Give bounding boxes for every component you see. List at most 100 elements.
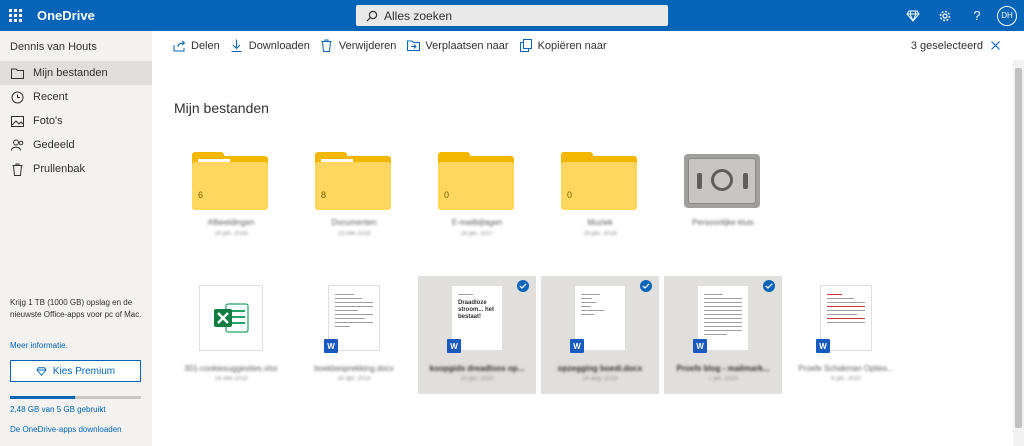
document-heading: Draadloze stroom... het bestaat! — [458, 300, 495, 320]
premium-diamond-button[interactable] — [897, 0, 929, 31]
search-placeholder: Alles zoeken — [384, 8, 453, 23]
folder-item-count: 0 — [444, 190, 450, 200]
sidebar-item-shared[interactable]: Gedeeld — [0, 133, 152, 157]
page-title: Mijn bestanden — [174, 100, 269, 116]
word-icon: W — [324, 339, 338, 353]
storage-usage-text[interactable]: 2,48 GB van 5 GB gebruikt — [10, 405, 106, 414]
folder-date: 16 jan. 2017 — [460, 231, 494, 237]
sidebar: Dennis van Houts Mijn bestanden Recent F… — [0, 31, 152, 446]
avatar[interactable]: DH — [997, 5, 1017, 26]
share-button[interactable]: Delen — [172, 39, 220, 53]
folder-date: 23 mei 2018 — [337, 231, 371, 237]
vault-name: Persoonlijke kluis — [692, 218, 754, 227]
storage-promo-text: Krijg 1 TB (1000 GB) opslag en de nieuws… — [10, 298, 142, 319]
clock-icon — [10, 90, 24, 104]
file-date: 14 mei 2019 — [214, 376, 248, 382]
premium-button[interactable]: Kies Premium — [10, 360, 141, 382]
file-name: Proefe blog - mailmark... — [676, 364, 770, 373]
file-tile-selected[interactable]: Draadloze stroom... het bestaat! W koopg… — [418, 276, 536, 394]
folder-tile[interactable]: 0 Muziek 16 jan. 2018 — [541, 140, 659, 258]
checkmark-icon[interactable] — [763, 280, 775, 292]
command-bar: Delen Downloaden Verwijderen Verplaatsen… — [152, 31, 1024, 60]
document-thumbnail: W — [324, 286, 379, 353]
folder-icon: 8 — [315, 152, 391, 210]
search-box[interactable]: Alles zoeken — [356, 5, 668, 26]
file-name: Proefe Schakman Opties... — [798, 364, 894, 373]
help-button[interactable]: ? — [961, 0, 993, 31]
personal-vault-tile[interactable]: Persoonlijke kluis — [664, 140, 782, 258]
user-name: Dennis van Houts — [10, 41, 97, 53]
move-to-button[interactable]: Verplaatsen naar — [406, 39, 509, 53]
vertical-scrollbar[interactable] — [1013, 60, 1024, 446]
file-tile-selected[interactable]: W opzegging boedi.docx 14 aug. 2019 — [541, 276, 659, 394]
storage-usage-fill — [10, 396, 75, 399]
help-icon: ? — [973, 8, 981, 23]
search-icon — [366, 10, 378, 22]
download-icon — [230, 39, 244, 53]
folder-tile[interactable]: 0 E-mailbijlagen 16 jan. 2017 — [418, 140, 536, 258]
file-name: boekbesprekking.docx — [314, 364, 394, 373]
image-icon — [10, 114, 24, 128]
word-icon: W — [447, 339, 461, 353]
sidebar-item-my-files[interactable]: Mijn bestanden — [0, 61, 152, 85]
sidebar-item-recent[interactable]: Recent — [0, 85, 152, 109]
download-button[interactable]: Downloaden — [230, 39, 310, 53]
clear-selection-icon[interactable] — [991, 41, 1000, 50]
sidebar-nav: Mijn bestanden Recent Foto's Gedeeld Pru… — [0, 61, 152, 181]
download-label: Downloaden — [248, 39, 310, 52]
folder-tile[interactable]: 8 Documenten 23 mei 2018 — [295, 140, 413, 258]
folder-name: Documenten — [331, 218, 377, 227]
main-content: Mijn bestanden 6 Afbeeldingen 16 jan. 20… — [152, 60, 1012, 446]
sidebar-item-label: Mijn bestanden — [33, 67, 108, 79]
sidebar-item-label: Prullenbak — [33, 163, 85, 175]
trash-icon — [320, 39, 334, 53]
file-tile[interactable]: W boekbesprekking.docx 26 apr. 2019 — [295, 276, 413, 394]
file-name: opzegging boedi.docx — [557, 364, 643, 373]
document-thumbnail: W — [816, 286, 871, 353]
sidebar-item-label: Recent — [33, 91, 68, 103]
document-thumbnail: W — [693, 286, 748, 353]
file-name: koopgids dreadloos op... — [429, 364, 525, 373]
delete-button[interactable]: Verwijderen — [320, 39, 396, 53]
checkmark-icon[interactable] — [517, 280, 529, 292]
gear-icon — [939, 10, 951, 21]
trash-icon — [10, 162, 24, 176]
document-thumbnail: Draadloze stroom... het bestaat! W — [447, 286, 502, 353]
excel-file-icon — [200, 286, 262, 350]
file-tile[interactable]: W Proefe Schakman Opties... 6 jan. 2020 — [787, 276, 905, 394]
folder-name: Afbeeldingen — [207, 218, 255, 227]
word-icon: W — [693, 339, 707, 353]
more-info-link[interactable]: Meer informatie. — [10, 341, 68, 350]
document-thumbnail: W — [570, 286, 625, 353]
folder-tile[interactable]: 6 Afbeeldingen 16 jan. 2019 — [172, 140, 290, 258]
sidebar-item-label: Foto's — [33, 115, 63, 127]
sidebar-item-label: Gedeeld — [33, 139, 75, 151]
download-apps-link[interactable]: De OneDrive-apps downloaden — [10, 425, 122, 434]
folder-item-count: 0 — [567, 190, 573, 200]
app-title[interactable]: OneDrive — [37, 8, 95, 23]
file-tile-selected[interactable]: W Proefe blog - mailmark... 7 jan. 2020 — [664, 276, 782, 394]
people-icon — [10, 138, 24, 152]
sidebar-item-recycle-bin[interactable]: Prullenbak — [0, 157, 152, 181]
delete-label: Verwijderen — [338, 39, 397, 52]
file-date: 26 apr. 2019 — [337, 376, 371, 382]
folder-item-count: 8 — [321, 190, 327, 200]
file-tile[interactable]: 301-cookiesuggesties.xlsx 14 mei 2019 — [172, 276, 290, 394]
folder-icon — [10, 66, 24, 80]
diamond-icon — [906, 10, 920, 22]
file-date: 7 jan. 2020 — [708, 376, 738, 382]
file-name: 301-cookiesuggesties.xlsx — [184, 364, 278, 373]
copy-to-label: Kopiëren naar — [537, 39, 607, 52]
file-date: 6 jan. 2020 — [831, 376, 861, 382]
checkmark-icon[interactable] — [640, 280, 652, 292]
sidebar-item-photos[interactable]: Foto's — [0, 109, 152, 133]
app-launcher-button[interactable] — [0, 0, 31, 31]
scrollbar-thumb[interactable] — [1015, 68, 1022, 428]
settings-button[interactable] — [929, 0, 961, 31]
copy-to-button[interactable]: Kopiëren naar — [519, 39, 607, 53]
folder-icon: 0 — [561, 152, 637, 210]
diamond-icon — [36, 366, 47, 376]
folder-date: 16 jan. 2019 — [214, 231, 248, 237]
selection-status: 3 geselecteerd — [911, 31, 1000, 60]
folder-item-count: 6 — [198, 190, 204, 200]
